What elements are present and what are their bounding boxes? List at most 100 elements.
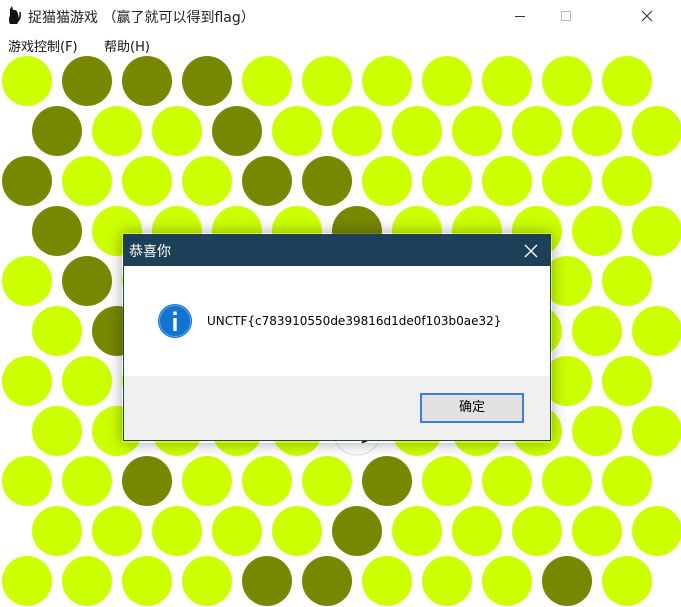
empty-cell[interactable] bbox=[242, 456, 292, 506]
menu-help[interactable]: 帮助(H) bbox=[104, 36, 150, 55]
empty-cell[interactable] bbox=[152, 106, 202, 156]
wall-cell[interactable] bbox=[182, 56, 232, 106]
wall-cell[interactable] bbox=[212, 106, 262, 156]
empty-cell[interactable] bbox=[302, 56, 352, 106]
empty-cell[interactable] bbox=[362, 56, 412, 106]
empty-cell[interactable] bbox=[452, 506, 502, 556]
empty-cell[interactable] bbox=[2, 56, 52, 106]
close-window-button[interactable] bbox=[624, 0, 670, 32]
minimize-icon bbox=[515, 16, 525, 17]
empty-cell[interactable] bbox=[572, 506, 622, 556]
empty-cell[interactable] bbox=[182, 556, 232, 606]
dialog-title: 恭喜你 bbox=[129, 244, 171, 260]
empty-cell[interactable] bbox=[512, 506, 562, 556]
empty-cell[interactable] bbox=[2, 456, 52, 506]
empty-cell[interactable] bbox=[632, 206, 681, 256]
empty-cell[interactable] bbox=[422, 556, 472, 606]
wall-cell[interactable] bbox=[122, 56, 172, 106]
empty-cell[interactable] bbox=[572, 206, 622, 256]
empty-cell[interactable] bbox=[602, 156, 652, 206]
empty-cell[interactable] bbox=[572, 406, 622, 456]
wall-cell[interactable] bbox=[362, 456, 412, 506]
empty-cell[interactable] bbox=[2, 556, 52, 606]
empty-cell[interactable] bbox=[392, 106, 442, 156]
empty-cell[interactable] bbox=[62, 556, 112, 606]
empty-cell[interactable] bbox=[482, 556, 532, 606]
empty-cell[interactable] bbox=[92, 506, 142, 556]
congrats-dialog: 恭喜你 UNCTF{c783910550de39816d1de0f103b0ae… bbox=[123, 234, 551, 441]
empty-cell[interactable] bbox=[602, 56, 652, 106]
empty-cell[interactable] bbox=[242, 56, 292, 106]
window-title: 捉猫猫游戏 （赢了就可以得到flag） bbox=[28, 10, 255, 26]
wall-cell[interactable] bbox=[242, 556, 292, 606]
wall-cell[interactable] bbox=[62, 256, 112, 306]
wall-cell[interactable] bbox=[2, 156, 52, 206]
minimize-button[interactable] bbox=[497, 0, 543, 32]
empty-cell[interactable] bbox=[632, 106, 681, 156]
empty-cell[interactable] bbox=[62, 356, 112, 406]
wall-cell[interactable] bbox=[62, 56, 112, 106]
info-icon bbox=[158, 304, 192, 338]
empty-cell[interactable] bbox=[422, 56, 472, 106]
empty-cell[interactable] bbox=[452, 106, 502, 156]
empty-cell[interactable] bbox=[482, 56, 532, 106]
empty-cell[interactable] bbox=[122, 556, 172, 606]
wall-cell[interactable] bbox=[332, 506, 382, 556]
empty-cell[interactable] bbox=[272, 106, 322, 156]
empty-cell[interactable] bbox=[32, 406, 82, 456]
dialog-title-bar: 恭喜你 bbox=[124, 235, 550, 266]
empty-cell[interactable] bbox=[122, 156, 172, 206]
empty-cell[interactable] bbox=[362, 156, 412, 206]
empty-cell[interactable] bbox=[2, 256, 52, 306]
flag-message: UNCTF{c783910550de39816d1de0f103b0ae32} bbox=[207, 314, 502, 328]
empty-cell[interactable] bbox=[542, 56, 592, 106]
empty-cell[interactable] bbox=[212, 506, 262, 556]
empty-cell[interactable] bbox=[632, 406, 681, 456]
empty-cell[interactable] bbox=[92, 106, 142, 156]
close-icon bbox=[641, 10, 653, 22]
wall-cell[interactable] bbox=[242, 156, 292, 206]
close-icon[interactable] bbox=[520, 240, 542, 262]
empty-cell[interactable] bbox=[482, 156, 532, 206]
empty-cell[interactable] bbox=[62, 456, 112, 506]
empty-cell[interactable] bbox=[182, 156, 232, 206]
title-bar: 捉猫猫游戏 （赢了就可以得到flag） bbox=[0, 0, 681, 32]
wall-cell[interactable] bbox=[302, 156, 352, 206]
empty-cell[interactable] bbox=[632, 306, 681, 356]
empty-cell[interactable] bbox=[152, 506, 202, 556]
empty-cell[interactable] bbox=[572, 106, 622, 156]
maximize-icon bbox=[561, 11, 571, 21]
empty-cell[interactable] bbox=[632, 506, 681, 556]
empty-cell[interactable] bbox=[32, 506, 82, 556]
empty-cell[interactable] bbox=[602, 356, 652, 406]
wall-cell[interactable] bbox=[542, 556, 592, 606]
wall-cell[interactable] bbox=[32, 106, 82, 156]
maximize-button[interactable] bbox=[543, 0, 589, 32]
wall-cell[interactable] bbox=[32, 206, 82, 256]
cat-icon bbox=[9, 6, 21, 24]
empty-cell[interactable] bbox=[602, 456, 652, 506]
menu-bar: 游戏控制(F) 帮助(H) bbox=[0, 32, 681, 57]
wall-cell[interactable] bbox=[302, 556, 352, 606]
menu-game-control[interactable]: 游戏控制(F) bbox=[8, 36, 78, 55]
empty-cell[interactable] bbox=[422, 456, 472, 506]
empty-cell[interactable] bbox=[332, 106, 382, 156]
ok-button[interactable]: 确定 bbox=[420, 393, 524, 423]
empty-cell[interactable] bbox=[572, 306, 622, 356]
empty-cell[interactable] bbox=[602, 556, 652, 606]
empty-cell[interactable] bbox=[542, 156, 592, 206]
empty-cell[interactable] bbox=[302, 456, 352, 506]
empty-cell[interactable] bbox=[392, 506, 442, 556]
empty-cell[interactable] bbox=[362, 556, 412, 606]
empty-cell[interactable] bbox=[422, 156, 472, 206]
empty-cell[interactable] bbox=[542, 456, 592, 506]
empty-cell[interactable] bbox=[2, 356, 52, 406]
empty-cell[interactable] bbox=[62, 156, 112, 206]
empty-cell[interactable] bbox=[32, 306, 82, 356]
empty-cell[interactable] bbox=[602, 256, 652, 306]
wall-cell[interactable] bbox=[122, 456, 172, 506]
empty-cell[interactable] bbox=[182, 456, 232, 506]
empty-cell[interactable] bbox=[482, 456, 532, 506]
empty-cell[interactable] bbox=[272, 506, 322, 556]
empty-cell[interactable] bbox=[512, 106, 562, 156]
